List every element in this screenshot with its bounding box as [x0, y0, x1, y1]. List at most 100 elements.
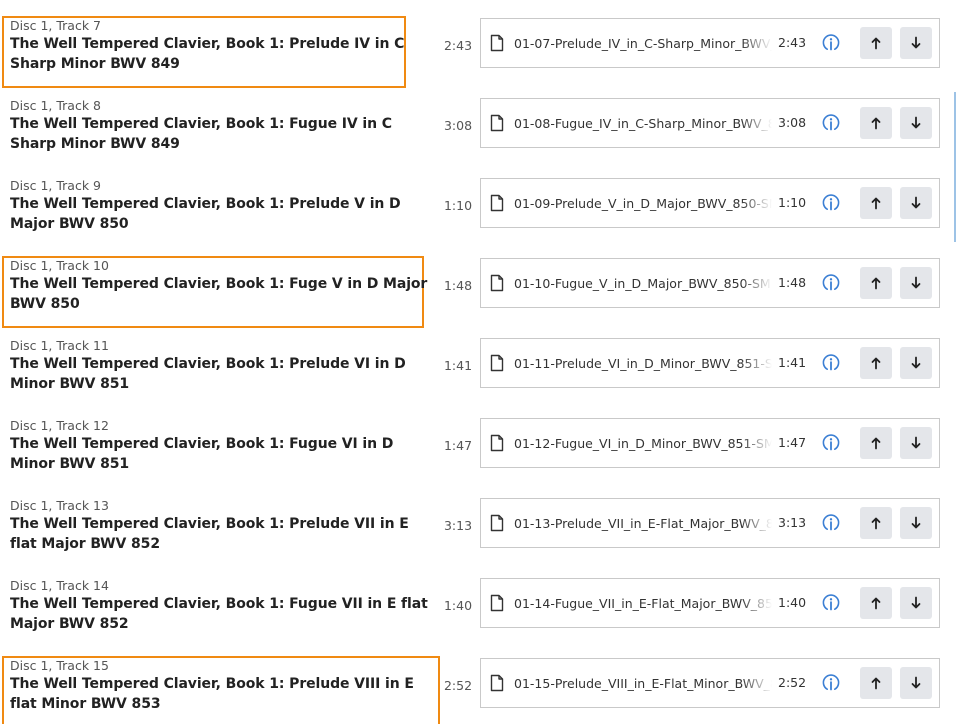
move-down-button[interactable]	[900, 267, 932, 299]
track-info: Disc 1, Track 11 The Well Tempered Clavi…	[10, 336, 435, 394]
track-info: Disc 1, Track 10 The Well Tempered Clavi…	[10, 256, 435, 314]
track-title: The Well Tempered Clavier, Book 1: Prelu…	[10, 196, 401, 232]
file-duration: 1:40	[778, 595, 807, 610]
disc-track-label: Disc 1, Track 11	[10, 338, 109, 353]
disc-track-label: Disc 1, Track 12	[10, 418, 109, 433]
file-name: 01-15-Prelude_VIII_in_E-Flat_Minor_BWV_8…	[514, 676, 772, 691]
disc-track-label: Disc 1, Track 9	[10, 178, 101, 193]
info-icon[interactable]	[821, 673, 841, 693]
disc-track-label: Disc 1, Track 10	[10, 258, 109, 273]
track-row: Disc 1, Track 12 The Well Tempered Clavi…	[0, 418, 956, 504]
move-up-button[interactable]	[860, 347, 892, 379]
track-row: Disc 1, Track 11 The Well Tempered Clavi…	[0, 338, 956, 424]
file-match-box: 01-08-Fugue_IV_in_C-Sharp_Minor_BWV_849-…	[480, 98, 940, 148]
track-duration: 1:41	[443, 358, 473, 373]
info-icon[interactable]	[821, 193, 841, 213]
disc-track-label: Disc 1, Track 14	[10, 578, 109, 593]
track-info: Disc 1, Track 15 The Well Tempered Clavi…	[10, 656, 435, 714]
track-duration: 2:43	[443, 38, 473, 53]
track-row: Disc 1, Track 14 The Well Tempered Clavi…	[0, 578, 956, 664]
move-down-button[interactable]	[900, 347, 932, 379]
info-icon[interactable]	[821, 593, 841, 613]
file-name-container: 01-09-Prelude_V_in_D_Major_BWV_850-SMR.f…	[514, 193, 772, 213]
track-duration: 2:52	[443, 678, 473, 693]
move-up-button[interactable]	[860, 27, 892, 59]
track-row: Disc 1, Track 10 The Well Tempered Clavi…	[0, 256, 956, 344]
file-icon	[489, 274, 505, 292]
file-icon	[489, 434, 505, 452]
file-name-container: 01-10-Fugue_V_in_D_Major_BWV_850-SMR.fla…	[514, 273, 772, 293]
track-title: The Well Tempered Clavier, Book 1: Fugue…	[10, 596, 428, 632]
move-down-button[interactable]	[900, 587, 932, 619]
disc-track-label: Disc 1, Track 8	[10, 98, 101, 113]
arrow-down-icon	[911, 436, 921, 449]
arrow-up-icon	[871, 357, 881, 370]
file-name-container: 01-15-Prelude_VIII_in_E-Flat_Minor_BWV_8…	[514, 673, 772, 693]
file-icon	[489, 194, 505, 212]
arrow-down-icon	[911, 196, 921, 209]
track-info: Disc 1, Track 14 The Well Tempered Clavi…	[10, 576, 435, 634]
track-title: The Well Tempered Clavier, Book 1: Prelu…	[10, 356, 406, 392]
move-down-button[interactable]	[900, 667, 932, 699]
info-icon[interactable]	[821, 33, 841, 53]
move-up-button[interactable]	[860, 427, 892, 459]
info-icon[interactable]	[821, 273, 841, 293]
track-duration: 1:47	[443, 438, 473, 453]
move-down-button[interactable]	[900, 27, 932, 59]
file-name-container: 01-08-Fugue_IV_in_C-Sharp_Minor_BWV_849-…	[514, 113, 772, 133]
track-title: The Well Tempered Clavier, Book 1: Fugue…	[10, 116, 392, 152]
file-match-box: 01-14-Fugue_VII_in_E-Flat_Major_BWV_852-…	[480, 578, 940, 628]
arrow-up-icon	[871, 197, 881, 210]
file-name-container: 01-13-Prelude_VII_in_E-Flat_Major_BWV_85…	[514, 513, 772, 533]
file-icon	[489, 594, 505, 612]
move-up-button[interactable]	[860, 587, 892, 619]
file-duration: 3:13	[778, 515, 807, 530]
disc-track-label: Disc 1, Track 13	[10, 498, 109, 513]
track-row: Disc 1, Track 7 The Well Tempered Clavie…	[0, 16, 956, 104]
track-duration: 1:48	[443, 278, 473, 293]
file-icon	[489, 514, 505, 532]
file-icon	[489, 114, 505, 132]
arrow-down-icon	[911, 356, 921, 369]
arrow-down-icon	[911, 596, 921, 609]
move-up-button[interactable]	[860, 267, 892, 299]
file-name: 01-09-Prelude_V_in_D_Major_BWV_850-SMR.f…	[514, 196, 772, 211]
track-info: Disc 1, Track 13 The Well Tempered Clavi…	[10, 496, 435, 554]
arrow-up-icon	[871, 517, 881, 530]
move-up-button[interactable]	[860, 507, 892, 539]
track-row: Disc 1, Track 9 The Well Tempered Clavie…	[0, 178, 956, 264]
file-duration: 2:43	[778, 35, 807, 50]
file-duration: 1:10	[778, 195, 807, 210]
track-title: The Well Tempered Clavier, Book 1: Fugue…	[10, 436, 394, 472]
file-duration: 1:47	[778, 435, 807, 450]
move-down-button[interactable]	[900, 507, 932, 539]
file-name: 01-11-Prelude_VI_in_D_Minor_BWV_851-SMR.…	[514, 356, 772, 371]
file-name: 01-13-Prelude_VII_in_E-Flat_Major_BWV_85…	[514, 516, 772, 531]
track-duration: 3:13	[443, 518, 473, 533]
file-duration: 1:41	[778, 355, 807, 370]
move-down-button[interactable]	[900, 107, 932, 139]
info-icon[interactable]	[821, 433, 841, 453]
arrow-down-icon	[911, 516, 921, 529]
arrow-up-icon	[871, 677, 881, 690]
track-info: Disc 1, Track 8 The Well Tempered Clavie…	[10, 96, 435, 154]
disc-track-label: Disc 1, Track 15	[10, 658, 109, 673]
info-icon[interactable]	[821, 353, 841, 373]
move-up-button[interactable]	[860, 107, 892, 139]
file-match-box: 01-15-Prelude_VIII_in_E-Flat_Minor_BWV_8…	[480, 658, 940, 708]
move-down-button[interactable]	[900, 187, 932, 219]
move-down-button[interactable]	[900, 427, 932, 459]
track-title: The Well Tempered Clavier, Book 1: Fuge …	[10, 276, 428, 312]
track-title: The Well Tempered Clavier, Book 1: Prelu…	[10, 36, 405, 72]
track-duration: 1:10	[443, 198, 473, 213]
track-duration: 1:40	[443, 598, 473, 613]
info-icon[interactable]	[821, 113, 841, 133]
file-icon	[489, 34, 505, 52]
move-up-button[interactable]	[860, 187, 892, 219]
file-name-container: 01-14-Fugue_VII_in_E-Flat_Major_BWV_852-…	[514, 593, 772, 613]
arrow-up-icon	[871, 437, 881, 450]
file-duration: 1:48	[778, 275, 807, 290]
track-row: Disc 1, Track 13 The Well Tempered Clavi…	[0, 498, 956, 584]
info-icon[interactable]	[821, 513, 841, 533]
move-up-button[interactable]	[860, 667, 892, 699]
